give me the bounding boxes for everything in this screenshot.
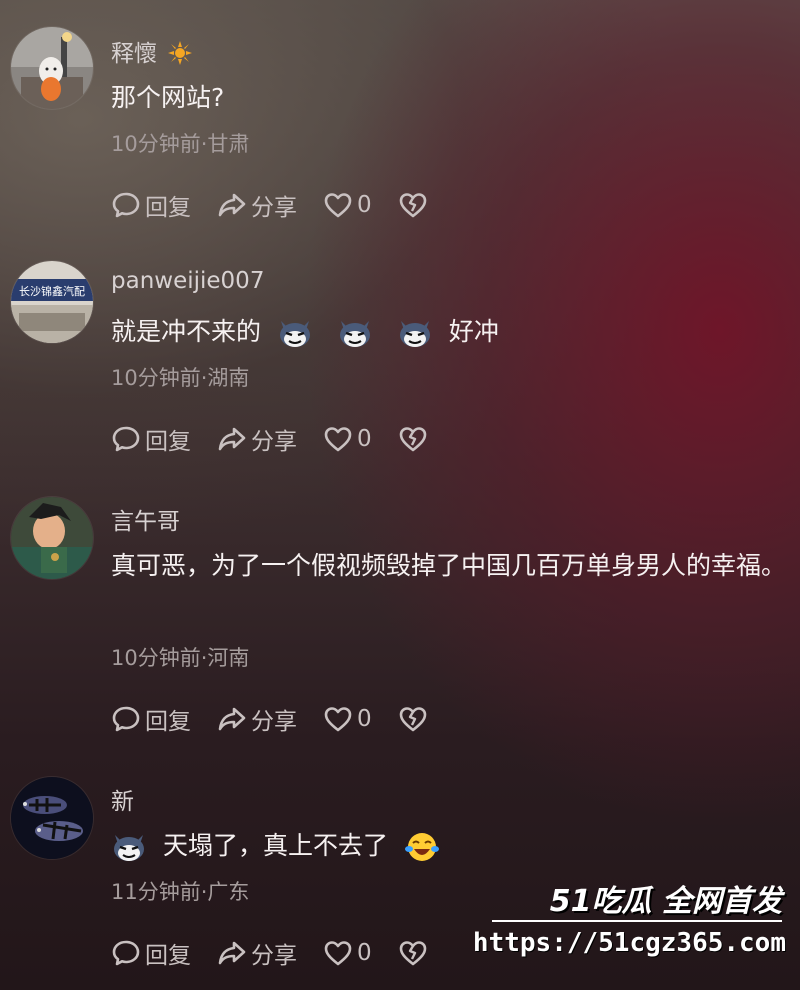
cat-emoji <box>277 317 313 349</box>
avatar[interactable] <box>10 776 94 860</box>
cat-emoji <box>337 317 373 349</box>
heart-icon <box>324 193 352 218</box>
comment-text: 那个网站? <box>111 83 225 112</box>
share-icon <box>218 707 246 731</box>
comment-actions: 回复 分享 0 <box>111 936 458 970</box>
heart-icon <box>324 941 352 966</box>
reply-button[interactable]: 回复 <box>111 702 191 736</box>
avatar[interactable]: 长沙锦鑫汽配 <box>10 260 94 344</box>
dislike-button[interactable] <box>398 424 432 454</box>
like-count: 0 <box>357 192 372 218</box>
comment-meta: 10分钟前·湖南 <box>111 366 250 390</box>
comment-icon <box>112 940 140 966</box>
like-count: 0 <box>357 706 372 732</box>
share-icon <box>218 193 246 217</box>
like-button[interactable]: 0 <box>323 424 372 454</box>
comment-meta: 10分钟前·甘肃 <box>111 132 250 156</box>
comment-actions: 回复 分享 0 <box>111 422 458 456</box>
like-button[interactable]: 0 <box>323 190 372 220</box>
comment-text: 天塌了，真上不去了 <box>111 824 791 868</box>
cat-emoji <box>111 831 147 863</box>
dislike-button[interactable] <box>398 938 432 968</box>
share-icon <box>218 941 246 965</box>
like-count: 0 <box>357 940 372 966</box>
cat-emoji <box>397 317 433 349</box>
share-button[interactable]: 分享 <box>217 188 297 222</box>
heart-icon <box>324 707 352 732</box>
share-button[interactable]: 分享 <box>217 702 297 736</box>
like-button[interactable]: 0 <box>323 704 372 734</box>
avatar[interactable] <box>10 496 94 580</box>
broken-heart-icon <box>399 427 426 452</box>
username[interactable]: 释懷 <box>111 34 193 68</box>
comment-icon <box>112 706 140 732</box>
comment-icon <box>112 192 140 218</box>
username[interactable]: panweijie007 <box>111 268 264 294</box>
comment-text: 就是冲不来的 好冲 <box>111 310 791 354</box>
broken-heart-icon <box>399 193 426 218</box>
comment-meta: 10分钟前·河南 <box>111 646 250 670</box>
watermark: 51吃瓜 全网首发 https://51cgz365.com <box>473 874 792 974</box>
like-button[interactable]: 0 <box>323 938 372 968</box>
dislike-button[interactable] <box>398 190 432 220</box>
comment-actions: 回复 分享 0 <box>111 188 458 222</box>
comment-meta: 11分钟前·广东 <box>111 880 250 904</box>
watermark-divider <box>492 920 782 922</box>
reply-button[interactable]: 回复 <box>111 188 191 222</box>
watermark-brand: 51吃瓜 全网首发 <box>549 884 782 919</box>
broken-heart-icon <box>399 941 426 966</box>
crying-laughing-emoji <box>404 831 440 863</box>
share-icon <box>218 427 246 451</box>
share-button[interactable]: 分享 <box>217 936 297 970</box>
share-button[interactable]: 分享 <box>217 422 297 456</box>
comment-icon <box>112 426 140 452</box>
dislike-button[interactable] <box>398 704 432 734</box>
avatar[interactable] <box>10 26 94 110</box>
watermark-url: https://51cgz365.com <box>472 928 786 958</box>
username[interactable]: 新 <box>111 782 134 816</box>
comment-text: 真可恶，为了一个假视频毁掉了中国几百万单身男人的幸福。 <box>111 551 787 580</box>
reply-button[interactable]: 回复 <box>111 422 191 456</box>
heart-icon <box>324 427 352 452</box>
comment-actions: 回复 分享 0 <box>111 702 458 736</box>
sun-icon <box>161 41 193 67</box>
like-count: 0 <box>357 426 372 452</box>
username[interactable]: 言午哥 <box>111 502 180 536</box>
avatar-shop-sign: 长沙锦鑫汽配 <box>19 284 85 298</box>
broken-heart-icon <box>399 707 426 732</box>
reply-button[interactable]: 回复 <box>111 936 191 970</box>
